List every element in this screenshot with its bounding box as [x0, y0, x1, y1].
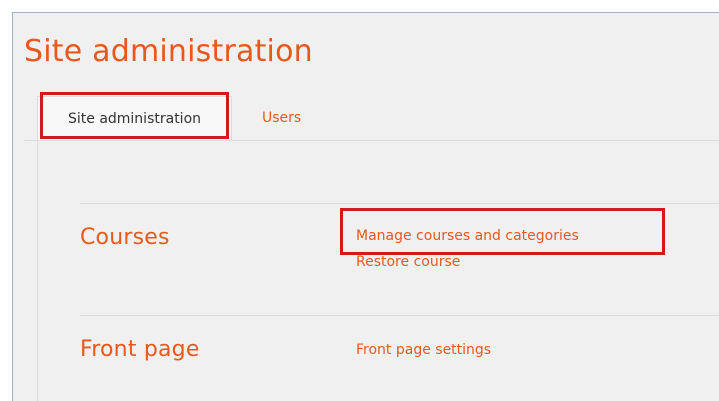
tab-users[interactable]: Users	[262, 96, 322, 140]
section-divider	[80, 203, 719, 204]
link-restore-course[interactable]: Restore course	[356, 254, 460, 270]
page-title: Site administration	[24, 34, 313, 69]
section-heading-front-page: Front page	[80, 337, 200, 362]
link-manage-courses-and-categories[interactable]: Manage courses and categories	[356, 228, 579, 244]
section-divider	[80, 315, 719, 316]
section-heading-courses: Courses	[80, 225, 170, 250]
link-front-page-settings[interactable]: Front page settings	[356, 342, 491, 358]
tab-site-administration[interactable]: Site administration	[37, 96, 232, 140]
